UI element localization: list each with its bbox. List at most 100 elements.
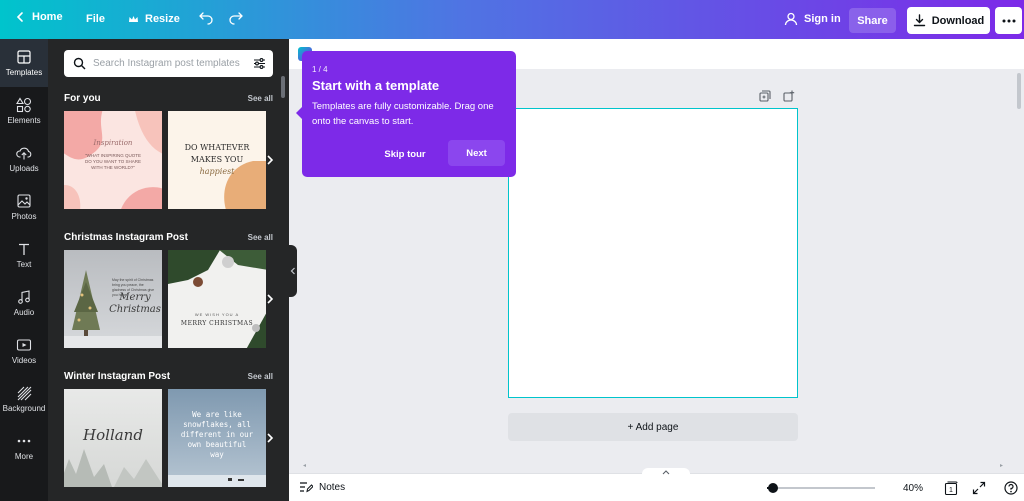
collapse-panel-button[interactable]	[289, 245, 297, 297]
search-input[interactable]	[93, 58, 243, 69]
expand-pages-button[interactable]	[642, 468, 690, 476]
see-all-christmas[interactable]: See all	[248, 233, 273, 242]
next-arrow-winter[interactable]	[262, 430, 278, 446]
resize-button[interactable]: Resize	[128, 13, 180, 25]
rail-item-uploads[interactable]: Uploads	[0, 135, 48, 183]
undo-button[interactable]	[198, 11, 214, 27]
template-thumb-inspiration[interactable]: Inspiration "WHAT INSPIRING QUOTE DO YOU…	[64, 111, 162, 209]
notes-icon	[300, 482, 313, 493]
thumb-body-text: "WHAT INSPIRING QUOTE DO YOU WANT TO SHA…	[84, 153, 141, 170]
add-page-icon[interactable]	[783, 90, 795, 102]
template-thumb-do-whatever[interactable]: DO WHATEVER MAKES YOU happiest	[168, 111, 266, 209]
videos-icon	[16, 339, 32, 351]
more-icon	[17, 439, 31, 443]
vertical-scrollbar[interactable]	[1017, 73, 1021, 109]
redo-icon	[229, 12, 243, 25]
file-menu-button[interactable]: File	[86, 13, 105, 25]
undo-icon	[199, 12, 213, 25]
page-count-icon[interactable]: 1	[944, 481, 958, 495]
rail-label-elements: Elements	[7, 116, 41, 125]
home-button[interactable]: Home	[14, 11, 63, 23]
chevron-left-icon	[16, 12, 23, 22]
panel-scrollbar[interactable]	[281, 76, 285, 98]
see-all-for-you[interactable]: See all	[248, 94, 273, 103]
rail-item-text[interactable]: Text	[0, 231, 48, 279]
rail-item-elements[interactable]: Elements	[0, 87, 48, 135]
side-rail: Templates Elements Uploads Photos Text A…	[0, 39, 48, 501]
thumb-title-line1: DO WHATEVER	[184, 143, 250, 152]
next-arrow-christmas[interactable]	[262, 291, 278, 307]
template-thumb-holland[interactable]: Holland	[64, 389, 162, 487]
tooltip-body: Templates are fully customizable. Drag o…	[312, 101, 494, 127]
add-page-button[interactable]: + Add page	[508, 413, 798, 441]
rail-item-photos[interactable]: Photos	[0, 183, 48, 231]
next-button[interactable]: Next	[448, 140, 505, 166]
rail-label-audio: Audio	[13, 308, 35, 317]
redo-button[interactable]	[228, 11, 244, 27]
elements-icon	[16, 97, 32, 113]
thumb-script-text: happiest	[199, 167, 235, 176]
templates-panel: For you See all Inspiration "WHAT INSPIR…	[48, 39, 289, 501]
sign-in-label: Sign in	[804, 13, 841, 25]
thumb-small-text: WE WISH YOU A	[194, 312, 240, 317]
zoom-slider[interactable]	[767, 483, 875, 493]
share-label: Share	[857, 14, 888, 27]
template-artwork	[168, 250, 266, 348]
template-thumb-we-wish-you[interactable]: WE WISH YOU A MERRY CHRISTMAS	[168, 250, 266, 348]
download-button[interactable]: Download	[907, 7, 990, 34]
ellipsis-icon	[1002, 19, 1015, 22]
thumb-script-line2: Christmas	[109, 304, 161, 315]
rail-item-templates[interactable]: Templates	[0, 39, 48, 87]
download-icon	[913, 14, 925, 27]
template-thumb-merry-christmas[interactable]: May the spirit of Christmas bring you pe…	[64, 250, 162, 348]
resize-label: Resize	[145, 13, 180, 25]
top-bar: Home File Resize Sign in Share Download	[0, 0, 1024, 39]
chevron-left-icon	[290, 267, 295, 275]
zoom-slider-handle[interactable]	[768, 483, 779, 493]
onboarding-tooltip: 1 / 4 Start with a template Templates ar…	[296, 51, 516, 177]
photos-icon	[17, 194, 31, 208]
rail-item-videos[interactable]: Videos	[0, 327, 48, 375]
next-arrow-for-you[interactable]	[262, 152, 278, 168]
page-count-value: 1	[949, 487, 953, 494]
background-icon	[17, 386, 32, 401]
audio-icon	[18, 290, 30, 304]
rail-item-background[interactable]: Background	[0, 375, 48, 423]
filter-icon[interactable]	[253, 57, 266, 70]
rail-label-background: Background	[2, 404, 46, 413]
bottom-bar: Notes 40% 1	[289, 468, 1024, 501]
section-title-winter: Winter Instagram Post	[64, 371, 171, 382]
templates-icon	[17, 50, 31, 64]
design-page[interactable]	[508, 108, 798, 398]
notes-button[interactable]: Notes	[299, 481, 345, 493]
file-label: File	[86, 13, 105, 25]
rail-label-text: Text	[16, 260, 32, 269]
thumb-script-text: Inspiration	[93, 139, 133, 147]
share-button[interactable]: Share	[849, 8, 896, 33]
rail-label-videos: Videos	[11, 356, 37, 365]
template-thumb-snowflakes[interactable]: We are like snowflakes, all different in…	[168, 389, 266, 487]
home-label: Home	[32, 11, 63, 23]
duplicate-page-icon[interactable]	[759, 90, 771, 102]
section-title-christmas: Christmas Instagram Post	[64, 232, 188, 243]
sign-in-button[interactable]: Sign in	[784, 12, 841, 26]
section-title-for-you: For you	[64, 93, 101, 104]
thumb-title-text: MERRY CHRISTMAS	[180, 320, 254, 327]
chevron-right-icon	[267, 433, 274, 443]
chevron-right-icon	[267, 294, 274, 304]
rail-item-more[interactable]: More	[0, 423, 48, 471]
tooltip-title: Start with a template	[312, 78, 440, 93]
crown-icon	[129, 15, 138, 22]
help-icon[interactable]	[1004, 481, 1018, 495]
more-options-button[interactable]	[995, 7, 1022, 34]
fullscreen-icon[interactable]	[972, 481, 986, 495]
search-icon	[73, 57, 86, 70]
tooltip-step-counter: 1 / 4	[312, 65, 328, 74]
skip-tour-button[interactable]: Skip tour	[379, 142, 431, 166]
rail-item-audio[interactable]: Audio	[0, 279, 48, 327]
page-tools	[759, 90, 795, 102]
horizontal-scrollbar[interactable]	[303, 464, 1003, 467]
see-all-winter[interactable]: See all	[248, 372, 273, 381]
uploads-icon	[16, 147, 32, 160]
zoom-level[interactable]: 40%	[903, 483, 923, 494]
